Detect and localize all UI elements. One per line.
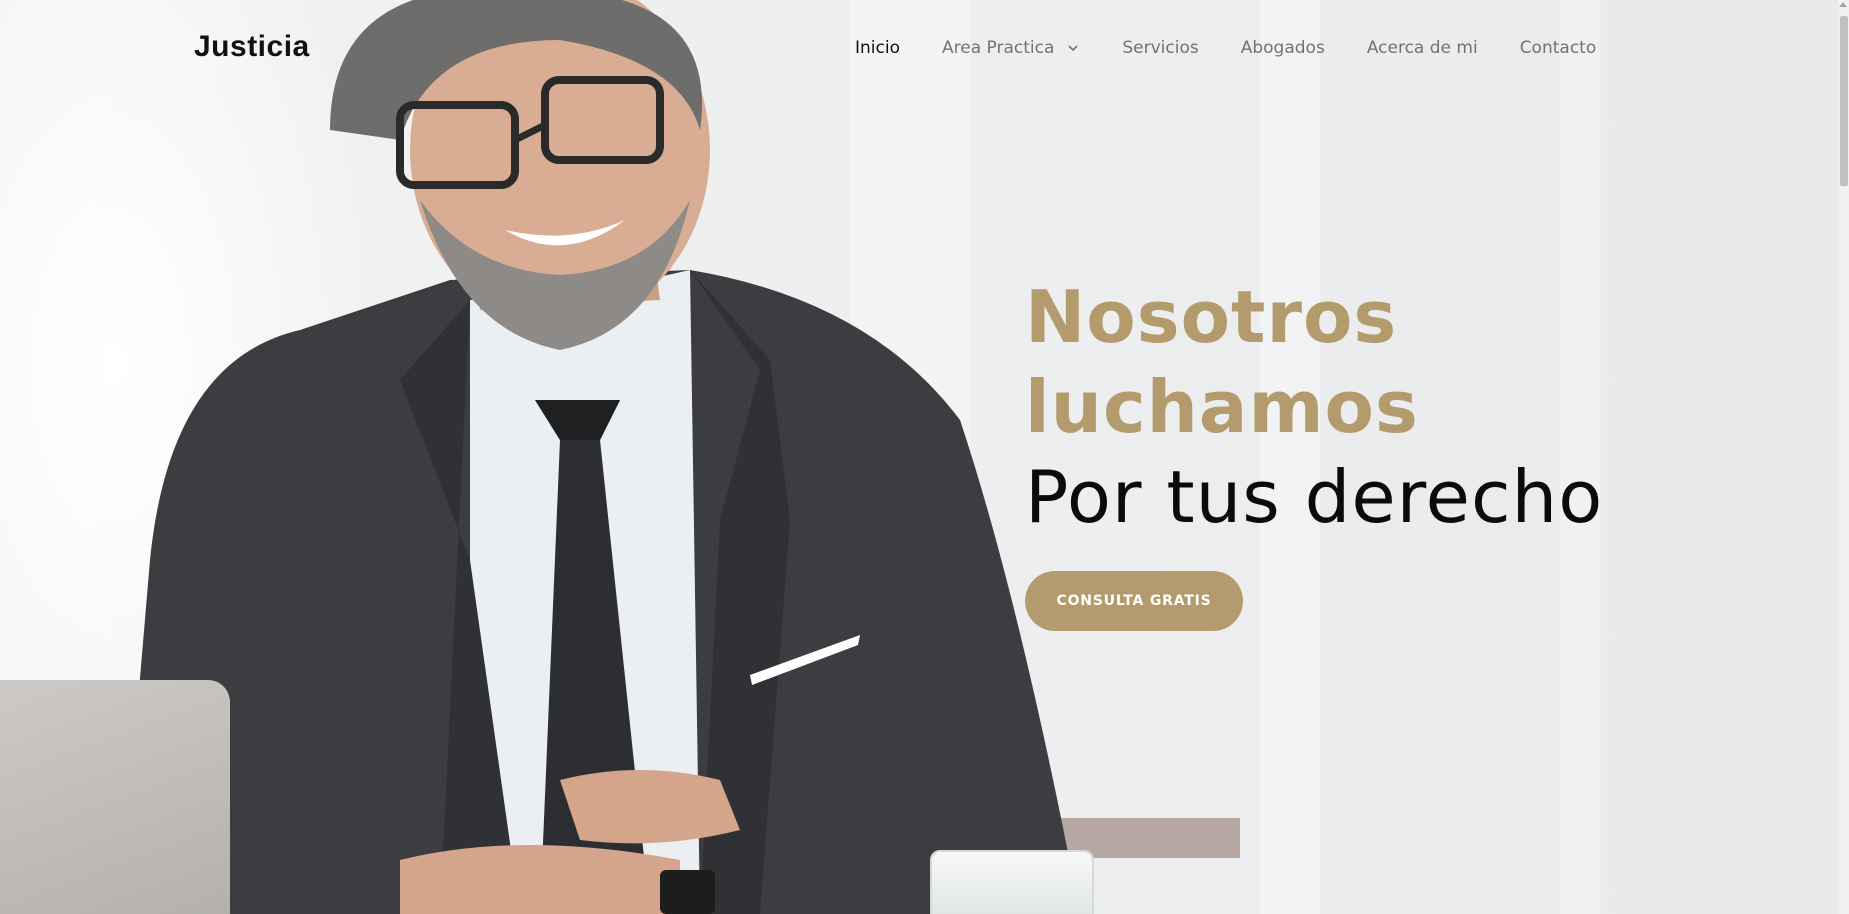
free-consultation-button[interactable]: CONSULTA GRATIS bbox=[1025, 571, 1243, 631]
scroll-up-arrow-icon[interactable] bbox=[1839, 2, 1847, 7]
main-nav: Inicio Area Practica Servicios Abogados … bbox=[855, 38, 1638, 58]
nav-item-inicio[interactable]: Inicio bbox=[855, 38, 900, 58]
headline-line-2: luchamos bbox=[1025, 365, 1419, 449]
nav-item-area-practica[interactable]: Area Practica bbox=[942, 38, 1080, 58]
headline-line-1: Nosotros bbox=[1025, 275, 1398, 359]
scrollbar-thumb[interactable] bbox=[1840, 16, 1848, 186]
laptop bbox=[0, 680, 230, 914]
headline-line-3: Por tus derecho bbox=[1025, 455, 1604, 539]
nav-item-servicios[interactable]: Servicios bbox=[1122, 38, 1198, 58]
nav-item-acerca-de-mi[interactable]: Acerca de mi bbox=[1367, 38, 1478, 58]
nav-item-abogados[interactable]: Abogados bbox=[1241, 38, 1325, 58]
site-header: Justicia Inicio Area Practica Servicios … bbox=[0, 0, 1838, 100]
nav-item-contacto[interactable]: Contacto bbox=[1520, 38, 1597, 58]
chevron-down-icon bbox=[1068, 45, 1078, 52]
hero-headline: Nosotros luchamos Por tus derecho bbox=[1025, 272, 1603, 542]
water-glass bbox=[930, 850, 1094, 914]
brand-logo[interactable]: Justicia bbox=[194, 30, 310, 64]
